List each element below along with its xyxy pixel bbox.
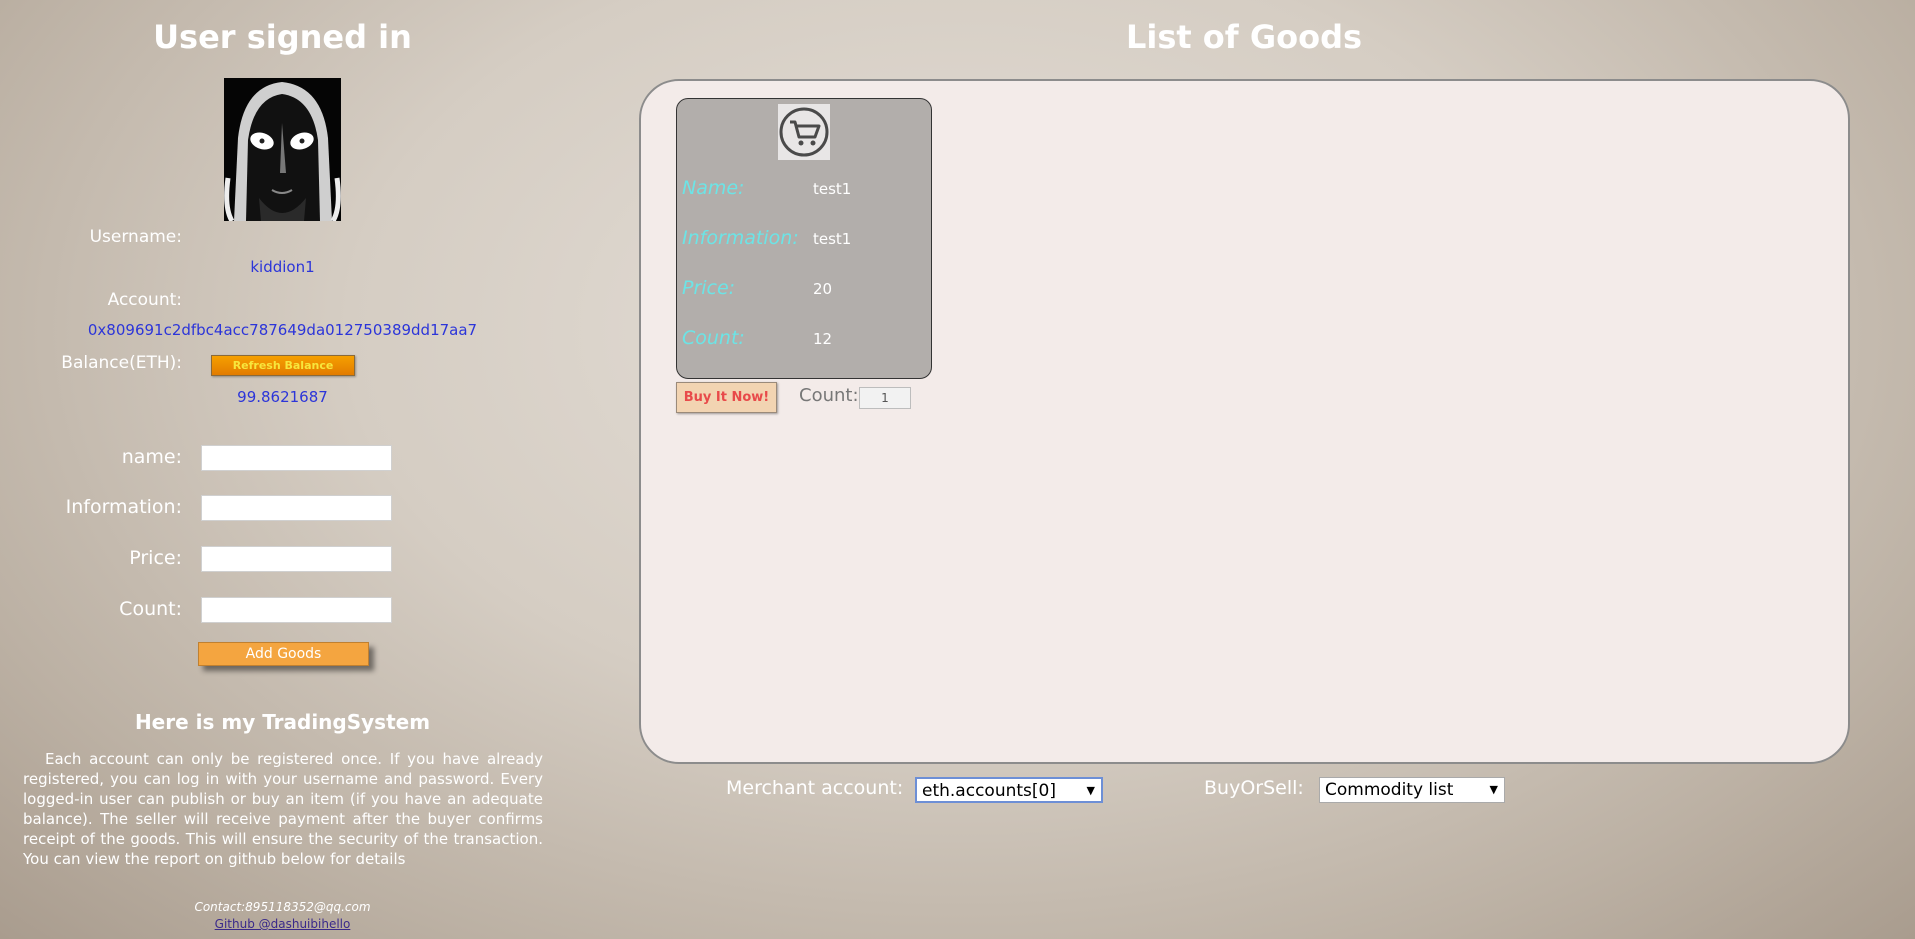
username-label: Username: — [89, 227, 182, 247]
system-description: Each account can only be registered once… — [23, 750, 543, 868]
account-value: 0x809691c2dfbc4acc787649da012750389dd17a… — [87, 321, 478, 339]
name-label: name: — [121, 446, 182, 468]
count-input[interactable] — [201, 597, 392, 623]
chevron-down-icon: ▼ — [1489, 783, 1498, 796]
information-label: Information: — [65, 496, 182, 518]
list-of-goods-title: List of Goods — [1125, 18, 1363, 56]
refresh-balance-button[interactable]: Refresh Balance — [211, 355, 355, 376]
goods-name-label: Name: — [682, 177, 745, 199]
goods-price-label: Price: — [682, 277, 736, 299]
name-input[interactable] — [201, 445, 392, 471]
user-signed-in-title: User signed in — [153, 18, 412, 56]
goods-count-value: 12 — [813, 330, 833, 348]
buyorsell-label: BuyOrSell: — [1204, 777, 1304, 799]
chevron-down-icon: ▼ — [1086, 784, 1095, 797]
goods-information-value: test1 — [813, 230, 852, 248]
buy-count-input[interactable]: 1 — [859, 387, 911, 409]
add-goods-button[interactable]: Add Goods — [198, 642, 369, 666]
price-input[interactable] — [201, 546, 392, 572]
system-title: Here is my TradingSystem — [134, 710, 431, 734]
merchant-account-select[interactable]: eth.accounts[0] ▼ — [915, 777, 1103, 803]
balance-value: 99.8621687 — [237, 388, 328, 406]
buy-count-label: Count: — [799, 385, 859, 406]
username-value: kiddion1 — [250, 258, 315, 276]
avatar — [224, 78, 341, 221]
buyorsell-selected: Commodity list — [1325, 780, 1454, 800]
github-link[interactable]: Github @dashuibihello — [0, 917, 565, 931]
buyorsell-select[interactable]: Commodity list ▼ — [1319, 777, 1505, 803]
information-input[interactable] — [201, 495, 392, 521]
merchant-account-label: Merchant account: — [726, 777, 904, 799]
count-label: Count: — [119, 598, 182, 620]
goods-name-value: test1 — [813, 180, 852, 198]
balance-label: Balance(ETH): — [61, 353, 182, 373]
goods-count-label: Count: — [682, 327, 745, 349]
contact-text: Contact:895118352@qq.com — [194, 900, 371, 914]
price-label: Price: — [129, 547, 182, 569]
merchant-account-selected: eth.accounts[0] — [922, 781, 1056, 801]
shopping-cart-icon — [778, 104, 830, 160]
buy-it-now-button[interactable]: Buy It Now! — [676, 382, 777, 413]
account-label: Account: — [107, 290, 182, 310]
goods-price-value: 20 — [813, 280, 833, 298]
alien-face-image — [224, 78, 341, 221]
goods-information-label: Information: — [682, 227, 799, 249]
